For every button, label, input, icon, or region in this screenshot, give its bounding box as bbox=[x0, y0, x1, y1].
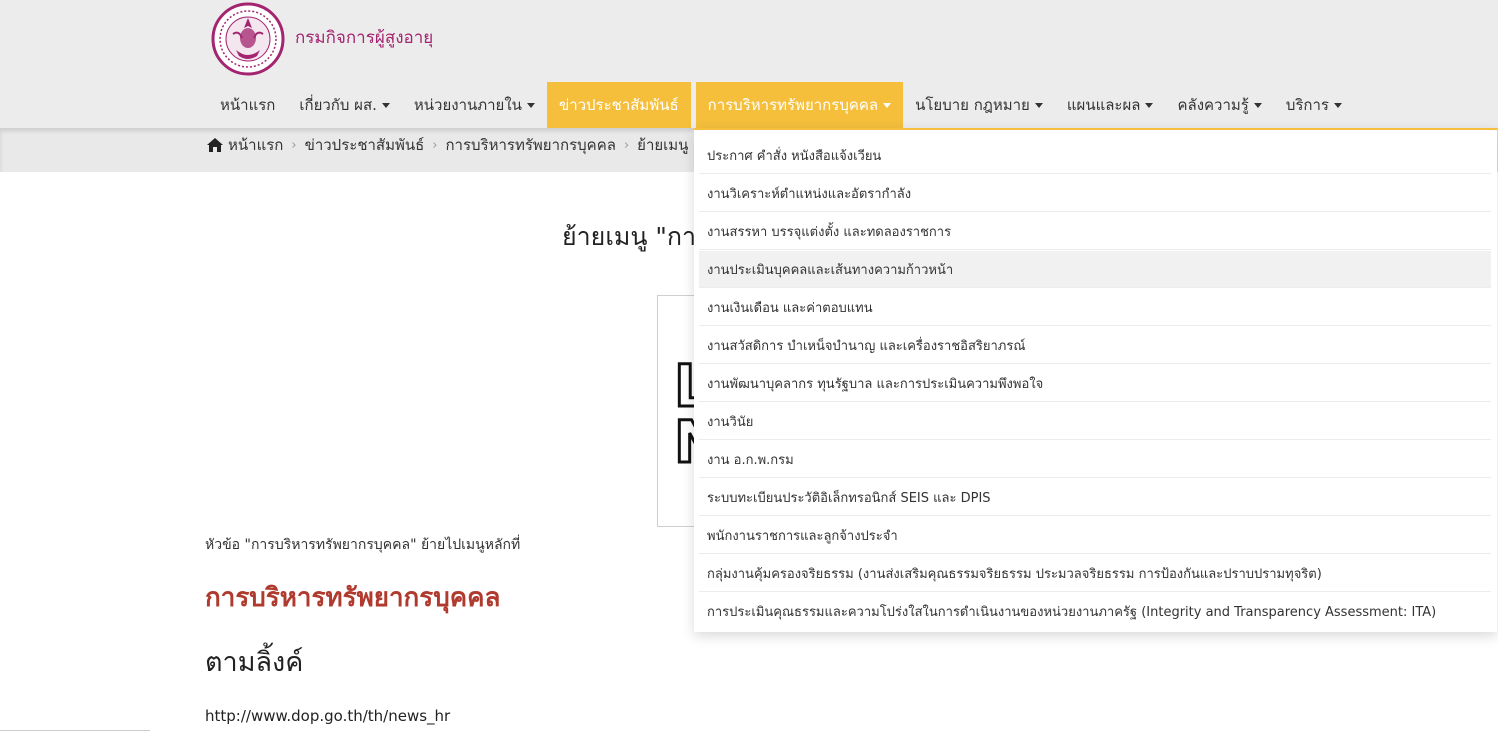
nav-internal-units-label: หน่วยงานภายใน bbox=[413, 96, 522, 114]
nav-human-resources-label: การบริหารทรัพยากรบุคคล bbox=[707, 96, 879, 114]
nav-home[interactable]: หน้าแรก bbox=[208, 82, 287, 128]
nav-home-label: หน้าแรก bbox=[220, 96, 276, 114]
dropdown-item-committee[interactable]: งาน อ.ก.พ.กรม bbox=[699, 441, 1491, 478]
dropdown-item-employees[interactable]: พนักงานราชการและลูกจ้างประจำ bbox=[699, 517, 1491, 554]
dropdown-item-evaluation[interactable]: งานประเมินบุคคลและเส้นทางความก้าวหน้า bbox=[699, 251, 1491, 288]
nav-about[interactable]: เกี่ยวกับ ผส. bbox=[287, 82, 402, 128]
chevron-right-icon: › bbox=[623, 137, 630, 153]
site-header: กรมกิจการผู้สูงอายุ หน้าแรก เกี่ยวกับ ผส… bbox=[0, 0, 1498, 128]
nav-services[interactable]: บริการ bbox=[1274, 82, 1354, 128]
home-icon bbox=[207, 138, 223, 152]
site-name[interactable]: กรมกิจการผู้สูงอายุ bbox=[295, 24, 433, 51]
dropdown-item-announcements[interactable]: ประกาศ คำสั่ง หนังสือแจ้งเวียน bbox=[699, 137, 1491, 174]
chevron-right-icon: › bbox=[291, 137, 297, 153]
nav-knowledge-label: คลังความรู้ bbox=[1177, 96, 1249, 114]
caret-down-icon bbox=[883, 102, 892, 108]
nav-internal-units[interactable]: หน่วยงานภายใน bbox=[402, 82, 547, 128]
dropdown-item-recruitment[interactable]: งานสรรหา บรรจุแต่งตั้ง และทดลองราชการ bbox=[699, 213, 1491, 250]
caret-down-icon bbox=[1034, 102, 1043, 108]
nav-news-label: ข่าวประชาสัมพันธ์ bbox=[558, 96, 679, 114]
breadcrumb: หน้าแรก › ข่าวประชาสัมพันธ์ › การบริหารท… bbox=[207, 134, 700, 156]
hr-dropdown-menu: ประกาศ คำสั่ง หนังสือแจ้งเวียน งานวิเครา… bbox=[694, 128, 1497, 632]
nav-plans-results-label: แผนและผล bbox=[1066, 96, 1141, 114]
dropdown-item-seis-dpis[interactable]: ระบบทะเบียนประวัติอิเล็กทรอนิกส์ SEIS แล… bbox=[699, 479, 1491, 516]
dropdown-item-ita[interactable]: การประเมินคุณธรรมและความโปร่งใสในการดำเน… bbox=[699, 593, 1491, 630]
dropdown-item-discipline[interactable]: งานวินัย bbox=[699, 403, 1491, 440]
caret-down-icon bbox=[526, 102, 535, 108]
follow-link-heading: ตามลิ้งค์ bbox=[205, 647, 304, 678]
department-seal-logo[interactable] bbox=[211, 2, 285, 76]
caret-down-icon bbox=[1145, 102, 1154, 108]
caret-down-icon bbox=[381, 102, 390, 108]
nav-news[interactable]: ข่าวประชาสัมพันธ์ bbox=[546, 82, 691, 128]
breadcrumb-current: ย้ายเมนู " bbox=[637, 136, 701, 154]
nav-knowledge[interactable]: คลังความรู้ bbox=[1165, 82, 1273, 128]
caret-down-icon bbox=[1253, 102, 1262, 108]
article-link-url[interactable]: http://www.dop.go.th/th/news_hr bbox=[205, 707, 450, 725]
dropdown-item-development[interactable]: งานพัฒนาบุคลากร ทุนรัฐบาล และการประเมินค… bbox=[699, 365, 1491, 402]
caret-down-icon bbox=[1333, 102, 1342, 108]
dropdown-item-ethics[interactable]: กลุ่มงานคุ้มครองจริยธรรม (งานส่งเสริมคุณ… bbox=[699, 555, 1491, 592]
article-red-heading: การบริหารทรัพยากรบุคคล bbox=[205, 583, 501, 613]
nav-services-label: บริการ bbox=[1285, 96, 1329, 114]
main-navigation: หน้าแรก เกี่ยวกับ ผส. หน่วยงานภายใน ข่าว… bbox=[208, 82, 1354, 128]
nav-human-resources[interactable]: การบริหารทรัพยากรบุคคล bbox=[695, 82, 904, 128]
nav-policy-law-label: นโยบาย กฎหมาย bbox=[915, 96, 1030, 114]
dropdown-item-salary[interactable]: งานเงินเดือน และค่าตอบแทน bbox=[699, 289, 1491, 326]
dropdown-item-welfare[interactable]: งานสวัสดิการ บำเหน็จบำนาญ และเครื่องราชอ… bbox=[699, 327, 1491, 364]
nav-about-label: เกี่ยวกับ ผส. bbox=[299, 96, 377, 114]
nav-plans-results[interactable]: แผนและผล bbox=[1055, 82, 1166, 128]
breadcrumb-news[interactable]: ข่าวประชาสัมพันธ์ bbox=[305, 133, 425, 157]
breadcrumb-human-resources[interactable]: การบริหารทรัพยากรบุคคล bbox=[445, 133, 615, 157]
page-title: ย้ายเมนู "กา bbox=[562, 222, 697, 251]
chevron-right-icon: › bbox=[432, 137, 438, 153]
article-body-text: หัวข้อ "การบริหารทรัพยากรบุคคล" ย้ายไปเม… bbox=[205, 537, 521, 553]
breadcrumb-home[interactable]: หน้าแรก bbox=[228, 133, 283, 157]
nav-policy-law[interactable]: นโยบาย กฎหมาย bbox=[903, 82, 1055, 128]
dropdown-item-position-analysis[interactable]: งานวิเคราะห์ตำแหน่งและอัตรากำลัง bbox=[699, 175, 1491, 212]
divider bbox=[0, 730, 150, 731]
